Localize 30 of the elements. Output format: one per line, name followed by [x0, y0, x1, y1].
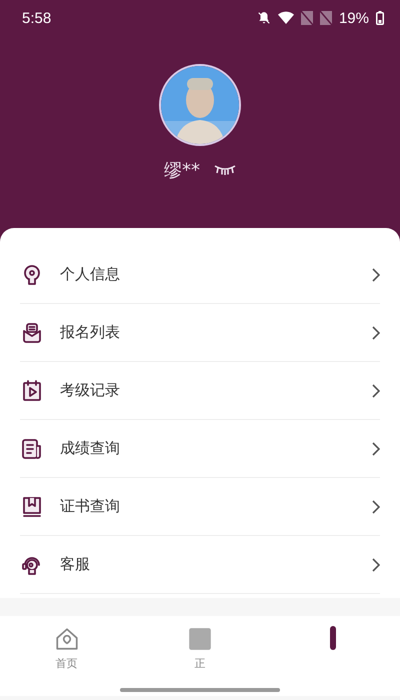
signal-icon: [320, 11, 332, 25]
battery-icon: [376, 11, 384, 25]
menu-icon: [20, 494, 44, 518]
chevron-icon: [372, 268, 380, 282]
menu-item[interactable]: 个人信息: [60, 265, 372, 284]
closed-eye-icon[interactable]: [214, 164, 236, 176]
menu-item[interactable]: 考级记录: [60, 381, 372, 400]
chevron-icon: [372, 384, 380, 398]
chevron-icon: [372, 558, 380, 572]
square-icon: [186, 626, 213, 652]
menu-item[interactable]: 证书查询: [60, 497, 372, 516]
menu-item[interactable]: 成绩查询: [60, 439, 372, 458]
menu-item[interactable]: 报名列表: [60, 323, 372, 342]
battery-percent: 19%: [338, 10, 369, 26]
user-name: 缪**: [164, 159, 200, 182]
nav-tab[interactable]: 首页: [0, 616, 134, 696]
nav-tab[interactable]: 正: [133, 616, 267, 696]
bar-icon: [330, 626, 336, 650]
bell-off-icon: [256, 11, 271, 25]
menu-icon: [20, 436, 44, 460]
clock: 5:58: [22, 10, 52, 26]
menu-item[interactable]: 客服: [60, 555, 372, 574]
chevron-icon: [372, 442, 380, 456]
wifi-icon: [278, 11, 294, 25]
home-icon: [54, 626, 80, 652]
menu-icon: [20, 378, 44, 402]
chevron-icon: [372, 326, 380, 340]
chevron-icon: [372, 500, 380, 514]
menu-icon: [20, 320, 44, 344]
signal-icon: [300, 11, 313, 25]
